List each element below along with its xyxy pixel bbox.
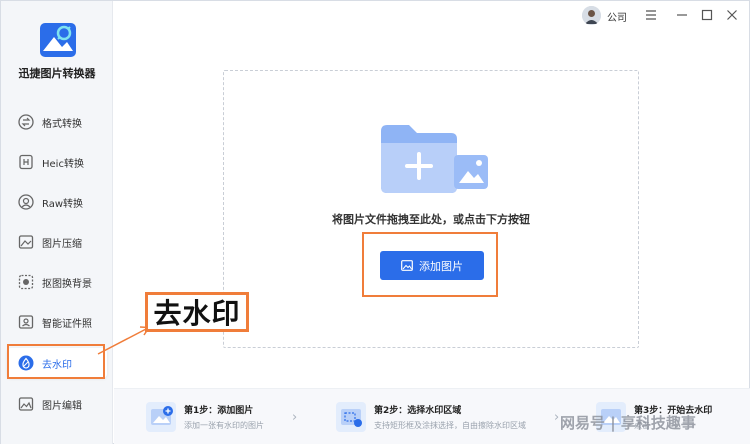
app-window: 迅捷图片转换器 格式转换 Heic转换 Raw转换 图片压缩 抠图换背景 智能证…	[0, 0, 750, 444]
chevron-right-icon: ›	[292, 410, 298, 425]
callout-label: 去水印	[145, 292, 249, 332]
compress-icon	[17, 233, 35, 251]
convert-icon	[17, 113, 35, 131]
maximize-icon[interactable]	[699, 7, 715, 23]
drop-hint-text: 将图片文件拖拽至此处，或点击下方按钮	[332, 213, 530, 226]
sidebar-item-image-edit[interactable]: 图片编辑	[7, 389, 107, 419]
folder-image-icon	[379, 121, 491, 201]
close-icon[interactable]	[724, 7, 740, 23]
id-photo-icon	[17, 313, 35, 331]
app-name: 迅捷图片转换器	[18, 67, 96, 80]
drop-zone[interactable]: 将图片文件拖拽至此处，或点击下方按钮 添加图片	[223, 70, 639, 348]
app-logo-icon	[40, 23, 76, 57]
sidebar-item-label: Heic转换	[42, 158, 84, 170]
step-title: 第1步：添加图片	[184, 406, 254, 416]
step-desc: 支持矩形框及涂抹选择，自由擦除水印区域	[374, 421, 526, 430]
source-watermark: 网易号 | 享科技趣事	[560, 414, 696, 432]
minimize-icon[interactable]	[674, 7, 690, 23]
step-title: 第2步：选择水印区域	[374, 406, 462, 416]
sidebar-item-heic[interactable]: Heic转换	[7, 147, 107, 177]
edit-icon	[17, 395, 35, 413]
raw-icon	[17, 193, 35, 211]
sidebar-item-raw[interactable]: Raw转换	[7, 187, 107, 217]
sidebar-item-label: 抠图换背景	[42, 278, 92, 290]
sidebar-item-label: 图片压缩	[42, 238, 82, 250]
sidebar-item-label: 智能证件照	[42, 318, 92, 330]
user-name[interactable]: 公司	[607, 9, 627, 24]
step-1: 第1步：添加图片 添加一张有水印的图片	[146, 389, 264, 444]
step-desc: 添加一张有水印的图片	[184, 421, 264, 430]
sidebar-item-compress[interactable]: 图片压缩	[7, 227, 107, 257]
sidebar-item-label: 格式转换	[42, 118, 82, 130]
add-button-highlight	[362, 232, 498, 297]
heic-icon	[17, 153, 35, 171]
sidebar-item-format-convert[interactable]: 格式转换	[7, 107, 107, 137]
menu-icon[interactable]	[643, 7, 659, 23]
title-bar: 公司	[113, 1, 749, 31]
step-2: 第2步：选择水印区域 支持矩形框及涂抹选择，自由擦除水印区域	[336, 389, 526, 444]
add-image-step-icon	[146, 402, 176, 432]
cutout-icon	[17, 273, 35, 291]
sidebar-item-label: Raw转换	[42, 198, 84, 210]
select-area-step-icon	[336, 402, 366, 432]
avatar[interactable]	[582, 6, 601, 25]
sidebar-item-label: 图片编辑	[42, 400, 82, 412]
chevron-right-icon: ›	[554, 410, 560, 425]
sidebar-item-cutout[interactable]: 抠图换背景	[7, 267, 107, 297]
